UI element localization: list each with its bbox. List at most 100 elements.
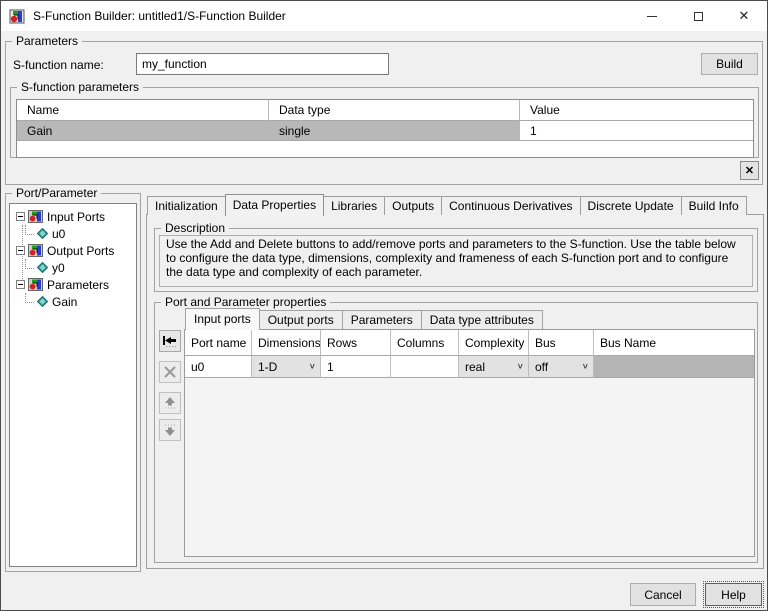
sfp-header-row: Name Data type Value (17, 100, 753, 121)
tab-build-info[interactable]: Build Info (681, 196, 747, 215)
cell-port-name[interactable]: u0 (185, 356, 252, 378)
sfunction-name-input[interactable]: my_function (136, 53, 389, 75)
port-row-u0: u0 1-D ∨ 1 real ∨ off ∨ (185, 356, 754, 378)
tab-output-ports[interactable]: Output ports (259, 310, 343, 329)
window-controls: ✕ (629, 1, 767, 31)
delete-parameter-button[interactable]: ✕ (740, 161, 759, 180)
minimize-button[interactable] (629, 1, 675, 31)
ports-block-icon (28, 278, 43, 291)
sfp-row-gain[interactable]: Gain single 1 (17, 121, 753, 141)
sfp-col-datatype[interactable]: Data type (269, 100, 520, 121)
tree-node-label: Parameters (47, 278, 109, 292)
tree-elbow-connector (25, 259, 34, 269)
cell-bus-dropdown[interactable]: off ∨ (529, 356, 594, 378)
collapse-expander-icon[interactable] (16, 246, 25, 255)
sfp-col-value[interactable]: Value (520, 100, 753, 121)
build-button[interactable]: Build (701, 53, 758, 75)
tab-data-properties[interactable]: Data Properties (225, 194, 324, 216)
cell-columns[interactable] (391, 356, 459, 378)
col-bus-name[interactable]: Bus Name (594, 330, 754, 356)
collapse-expander-icon[interactable] (16, 212, 25, 221)
tree-leaf-label: Gain (52, 295, 77, 309)
add-port-button[interactable] (159, 330, 181, 352)
ports-header-row: Port name Dimensions Rows Columns Comple… (185, 330, 754, 356)
col-dimensions[interactable]: Dimensions (252, 330, 321, 356)
tree-leaf-u0[interactable]: u0 (12, 225, 134, 242)
ports-block-icon (28, 210, 43, 223)
tree-leaf-label: y0 (52, 261, 65, 275)
port-parameter-group-label: Port/Parameter (12, 186, 101, 200)
description-group-label: Description (161, 221, 229, 235)
sfunction-name-label: S-function name: (13, 58, 104, 72)
close-button[interactable]: ✕ (721, 1, 767, 31)
sfunction-parameters-table: Name Data type Value Gain single 1 (16, 99, 754, 158)
move-up-button[interactable] (159, 392, 181, 414)
tab-input-ports[interactable]: Input ports (185, 308, 260, 330)
close-icon: ✕ (739, 8, 750, 24)
chevron-down-icon: ∨ (582, 362, 589, 371)
minimize-icon (647, 16, 657, 17)
sfp-cell-value[interactable]: 1 (520, 121, 753, 141)
input-ports-table: Port name Dimensions Rows Columns Comple… (184, 329, 755, 557)
tree-node-label: Input Ports (47, 210, 105, 224)
tree-node-input-ports[interactable]: Input Ports (12, 208, 134, 225)
collapse-expander-icon[interactable] (16, 280, 25, 289)
tab-outputs[interactable]: Outputs (384, 196, 442, 215)
port-parameter-tree: Input Ports u0 (9, 203, 137, 567)
cell-bus-name (594, 356, 754, 378)
sfunction-parameters-group: S-function parameters Name Data type Val… (10, 87, 759, 158)
bus-value: off (535, 360, 548, 374)
cell-dimensions-dropdown[interactable]: 1-D ∨ (252, 356, 321, 378)
move-down-button[interactable] (159, 419, 181, 441)
port-diamond-icon (37, 228, 48, 239)
cancel-button[interactable]: Cancel (630, 583, 696, 606)
tree-leaf-gain[interactable]: Gain (12, 293, 134, 310)
port-parameter-group: Port/Parameter Input Ports (5, 193, 141, 572)
tab-initialization[interactable]: Initialization (147, 196, 226, 215)
tree-elbow-connector (25, 225, 34, 235)
tree-node-parameters[interactable]: Parameters (12, 276, 134, 293)
sfp-cell-datatype[interactable]: single (269, 121, 520, 141)
col-columns[interactable]: Columns (391, 330, 459, 356)
cell-rows[interactable]: 1 (321, 356, 391, 378)
window-title: S-Function Builder: untitled1/S-Function… (33, 9, 286, 23)
tab-continuous-derivatives[interactable]: Continuous Derivatives (441, 196, 580, 215)
port-diamond-icon (37, 296, 48, 307)
tab-parameters[interactable]: Parameters (342, 310, 422, 329)
ports-block-icon (28, 244, 43, 257)
cell-complexity-dropdown[interactable]: real ∨ (459, 356, 529, 378)
arrow-down-icon (163, 423, 177, 437)
chevron-down-icon: ∨ (517, 362, 524, 371)
delete-port-button[interactable] (159, 361, 181, 383)
description-group: Description Use the Add and Delete butto… (154, 228, 758, 292)
parameters-group: Parameters S-function name: my_function … (5, 41, 763, 185)
col-rows[interactable]: Rows (321, 330, 391, 356)
tab-libraries[interactable]: Libraries (323, 196, 385, 215)
tab-discrete-update[interactable]: Discrete Update (580, 196, 682, 215)
tree-leaf-y0[interactable]: y0 (12, 259, 134, 276)
arrow-up-icon (163, 396, 177, 410)
sfp-cell-name[interactable]: Gain (17, 121, 269, 141)
delete-port-x-icon (163, 365, 177, 379)
port-properties-group: Port and Parameter properties Input port… (154, 302, 758, 563)
col-bus[interactable]: Bus (529, 330, 594, 356)
col-complexity[interactable]: Complexity (459, 330, 529, 356)
tree-elbow-connector (25, 293, 34, 303)
chevron-down-icon: ∨ (309, 362, 316, 371)
maximize-button[interactable] (675, 1, 721, 31)
parameters-group-label: Parameters (12, 34, 82, 48)
sfunction-parameters-group-label: S-function parameters (17, 80, 143, 94)
tree-node-output-ports[interactable]: Output Ports (12, 242, 134, 259)
sfp-col-name[interactable]: Name (17, 100, 269, 121)
delete-parameter-x-icon: ✕ (745, 164, 754, 177)
simulink-app-icon (9, 9, 26, 24)
main-tab-strip: Initialization Data Properties Libraries… (147, 195, 746, 215)
dimensions-value: 1-D (258, 360, 277, 374)
help-button[interactable]: Help (705, 583, 762, 606)
add-port-icon (162, 334, 178, 348)
title-bar: S-Function Builder: untitled1/S-Function… (1, 1, 767, 31)
port-diamond-icon (37, 262, 48, 273)
maximize-icon (694, 12, 703, 21)
tab-data-type-attributes[interactable]: Data type attributes (421, 310, 543, 329)
col-port-name[interactable]: Port name (185, 330, 252, 356)
